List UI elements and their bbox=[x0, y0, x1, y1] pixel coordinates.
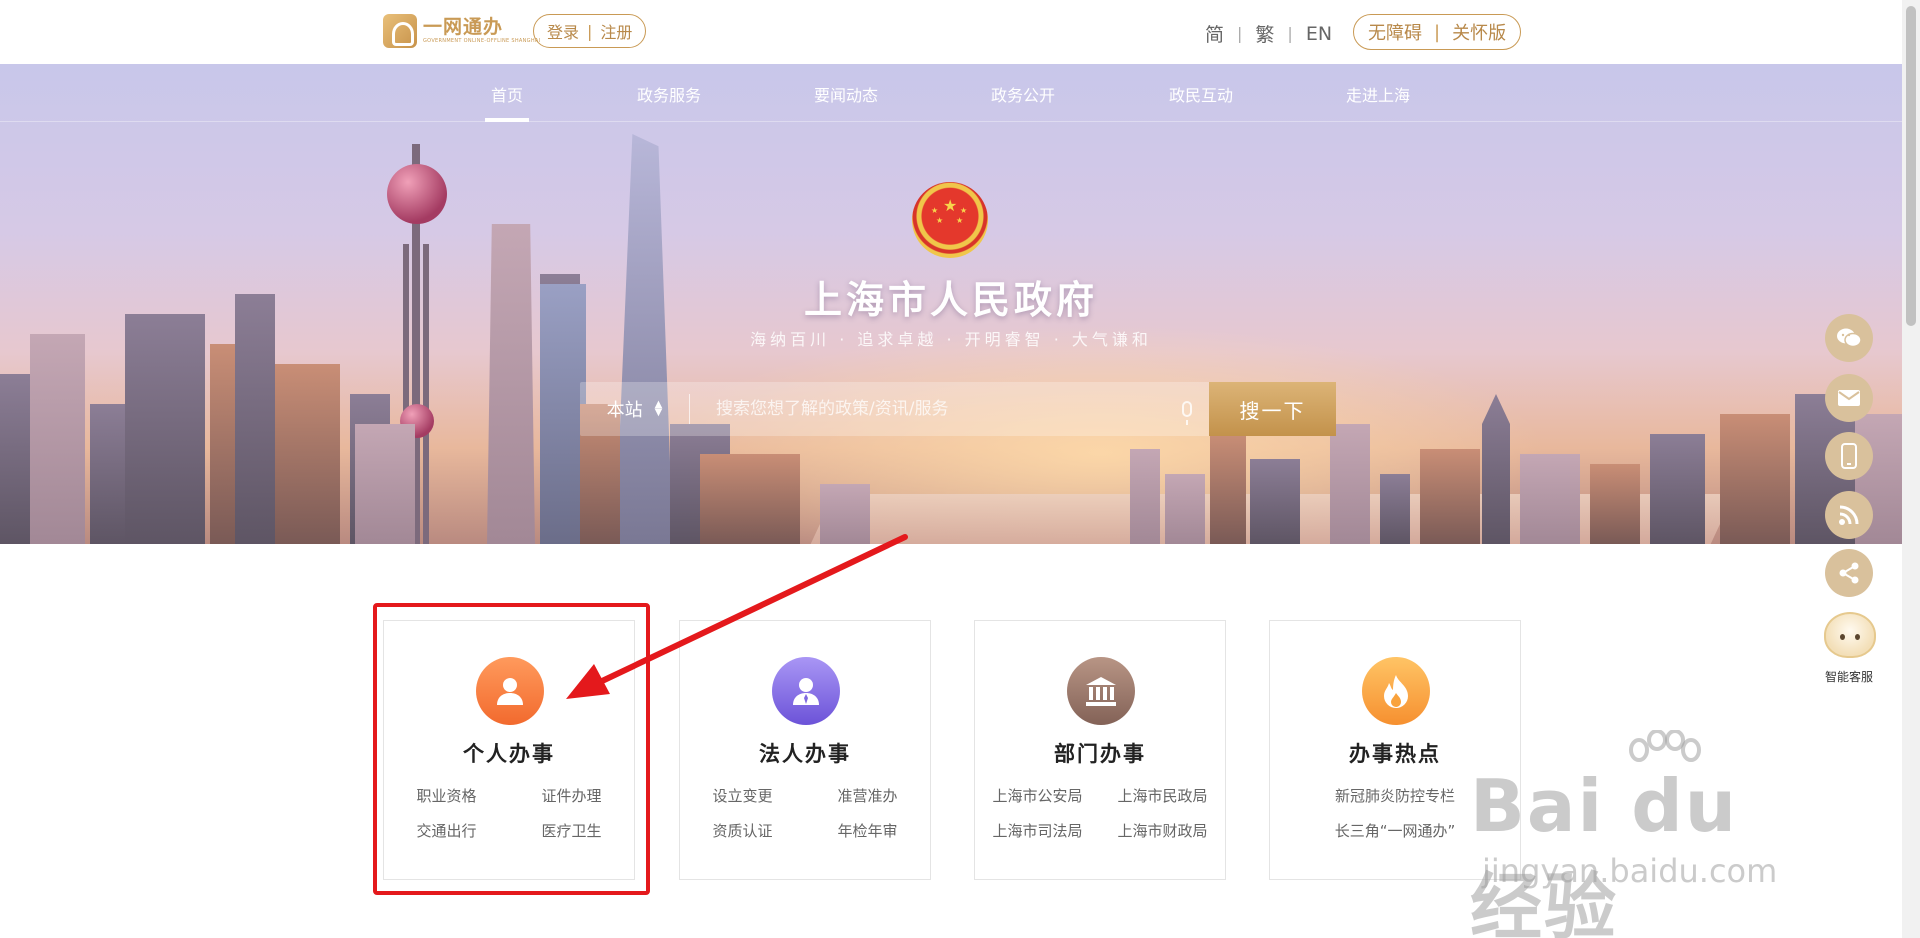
search-input[interactable] bbox=[690, 382, 1165, 436]
national-emblem-icon: ★ ★ ★ ★ ★ bbox=[912, 182, 988, 258]
card-legal-entity-affairs[interactable]: 法人办事 设立变更 准营准办 资质认证 年检年审 bbox=[679, 620, 931, 880]
search-button[interactable]: 搜一下 bbox=[1209, 382, 1336, 436]
watermark-url: jingyan.baidu.com bbox=[1482, 852, 1778, 890]
logo-title: 一网通办 bbox=[423, 16, 504, 38]
smart-assistant-button[interactable]: 智能客服 bbox=[1818, 610, 1880, 684]
card-link[interactable]: 准营准办 bbox=[805, 785, 930, 806]
card-link[interactable]: 年检年审 bbox=[805, 820, 930, 841]
search-scope-select[interactable]: 本站 ▲ ▼ bbox=[580, 394, 690, 424]
hero-title: 上海市人民政府 bbox=[803, 278, 1098, 322]
nav-home[interactable]: 首页 bbox=[484, 82, 530, 122]
top-bar: 一网通办 GOVERNMENT ONLINE-OFFLINE SHANGHAI … bbox=[0, 0, 1902, 64]
government-building-icon bbox=[1067, 657, 1135, 725]
card-link[interactable]: 设立变更 bbox=[680, 785, 805, 806]
card-link[interactable]: 上海市司法局 bbox=[975, 820, 1100, 841]
search-bar: 本站 ▲▼ 搜一下 bbox=[580, 382, 1336, 436]
assistant-label: 智能客服 bbox=[1824, 670, 1873, 684]
highlight-box bbox=[373, 603, 650, 895]
elderly-mode-link[interactable]: 关怀版 bbox=[1452, 19, 1506, 45]
mail-icon[interactable] bbox=[1825, 374, 1873, 422]
language-switcher: 简 | 繁 | EN bbox=[1205, 20, 1332, 47]
lang-simplified[interactable]: 简 bbox=[1205, 20, 1224, 47]
nav-gov-open[interactable]: 政务公开 bbox=[991, 82, 1055, 106]
main-nav: 首页 政务服务 要闻动态 政务公开 政民互动 走进上海 bbox=[0, 64, 1902, 122]
page-scrollbar[interactable] bbox=[1902, 0, 1920, 938]
watermark-brand: Bai du 经验 bbox=[1470, 764, 1739, 938]
divider: | bbox=[1237, 24, 1243, 43]
share-icon[interactable] bbox=[1825, 549, 1873, 597]
nav-about-shanghai[interactable]: 走进上海 bbox=[1346, 82, 1410, 106]
logo-mark-icon bbox=[383, 14, 417, 48]
flame-icon bbox=[1362, 657, 1430, 725]
lang-english[interactable]: EN bbox=[1306, 23, 1332, 45]
hero-subtitle: 海纳百川 · 追求卓越 · 开明睿智 · 大气谦和 bbox=[750, 330, 1152, 349]
register-link[interactable]: 注册 bbox=[600, 19, 632, 43]
microphone-icon[interactable] bbox=[1165, 401, 1209, 425]
lang-traditional[interactable]: 繁 bbox=[1255, 20, 1274, 47]
divider: | bbox=[1287, 24, 1293, 43]
mobile-icon[interactable] bbox=[1825, 432, 1873, 480]
divider: | bbox=[1434, 21, 1441, 43]
card-link[interactable]: 上海市财政局 bbox=[1100, 820, 1225, 841]
card-title: 部门办事 bbox=[1054, 742, 1146, 766]
site-logo[interactable]: 一网通办 GOVERNMENT ONLINE-OFFLINE SHANGHAI bbox=[383, 14, 540, 48]
business-person-icon bbox=[772, 657, 840, 725]
card-links: 设立变更 准营准办 资质认证 年检年审 bbox=[680, 785, 930, 841]
divider: | bbox=[587, 21, 593, 41]
assistant-avatar-icon bbox=[1824, 612, 1876, 658]
card-links: 上海市公安局 上海市民政局 上海市司法局 上海市财政局 bbox=[975, 785, 1225, 841]
nav-news[interactable]: 要闻动态 bbox=[814, 82, 878, 106]
search-scope-label: 本站 bbox=[606, 400, 643, 421]
login-link[interactable]: 登录 bbox=[547, 19, 579, 43]
accessible-mode-link[interactable]: 无障碍 bbox=[1368, 19, 1422, 45]
accessibility-links: 无障碍 | 关怀版 bbox=[1353, 14, 1522, 50]
hero-banner: 首页 政务服务 要闻动态 政务公开 政民互动 走进上海 ★ ★ ★ ★ ★ 上海… bbox=[0, 64, 1902, 544]
logo-subtitle: GOVERNMENT ONLINE-OFFLINE SHANGHAI bbox=[423, 38, 541, 44]
wechat-icon[interactable] bbox=[1825, 314, 1873, 362]
auth-links: 登录 | 注册 bbox=[533, 14, 647, 48]
sort-arrows-icon: ▲ ▼ bbox=[654, 399, 663, 418]
card-title: 法人办事 bbox=[759, 742, 851, 766]
rss-icon[interactable] bbox=[1825, 491, 1873, 539]
nav-gov-services[interactable]: 政务服务 bbox=[637, 82, 701, 106]
baidu-jingyan-watermark: Bai du 经验 jingyan.baidu.com bbox=[1470, 730, 1810, 938]
card-link[interactable]: 上海市公安局 bbox=[975, 785, 1100, 806]
card-department-affairs[interactable]: 部门办事 上海市公安局 上海市民政局 上海市司法局 上海市财政局 bbox=[974, 620, 1226, 880]
scrollbar-thumb[interactable] bbox=[1906, 6, 1916, 326]
card-link[interactable]: 上海市民政局 bbox=[1100, 785, 1225, 806]
nav-interaction[interactable]: 政民互动 bbox=[1169, 82, 1233, 106]
card-link[interactable]: 资质认证 bbox=[680, 820, 805, 841]
